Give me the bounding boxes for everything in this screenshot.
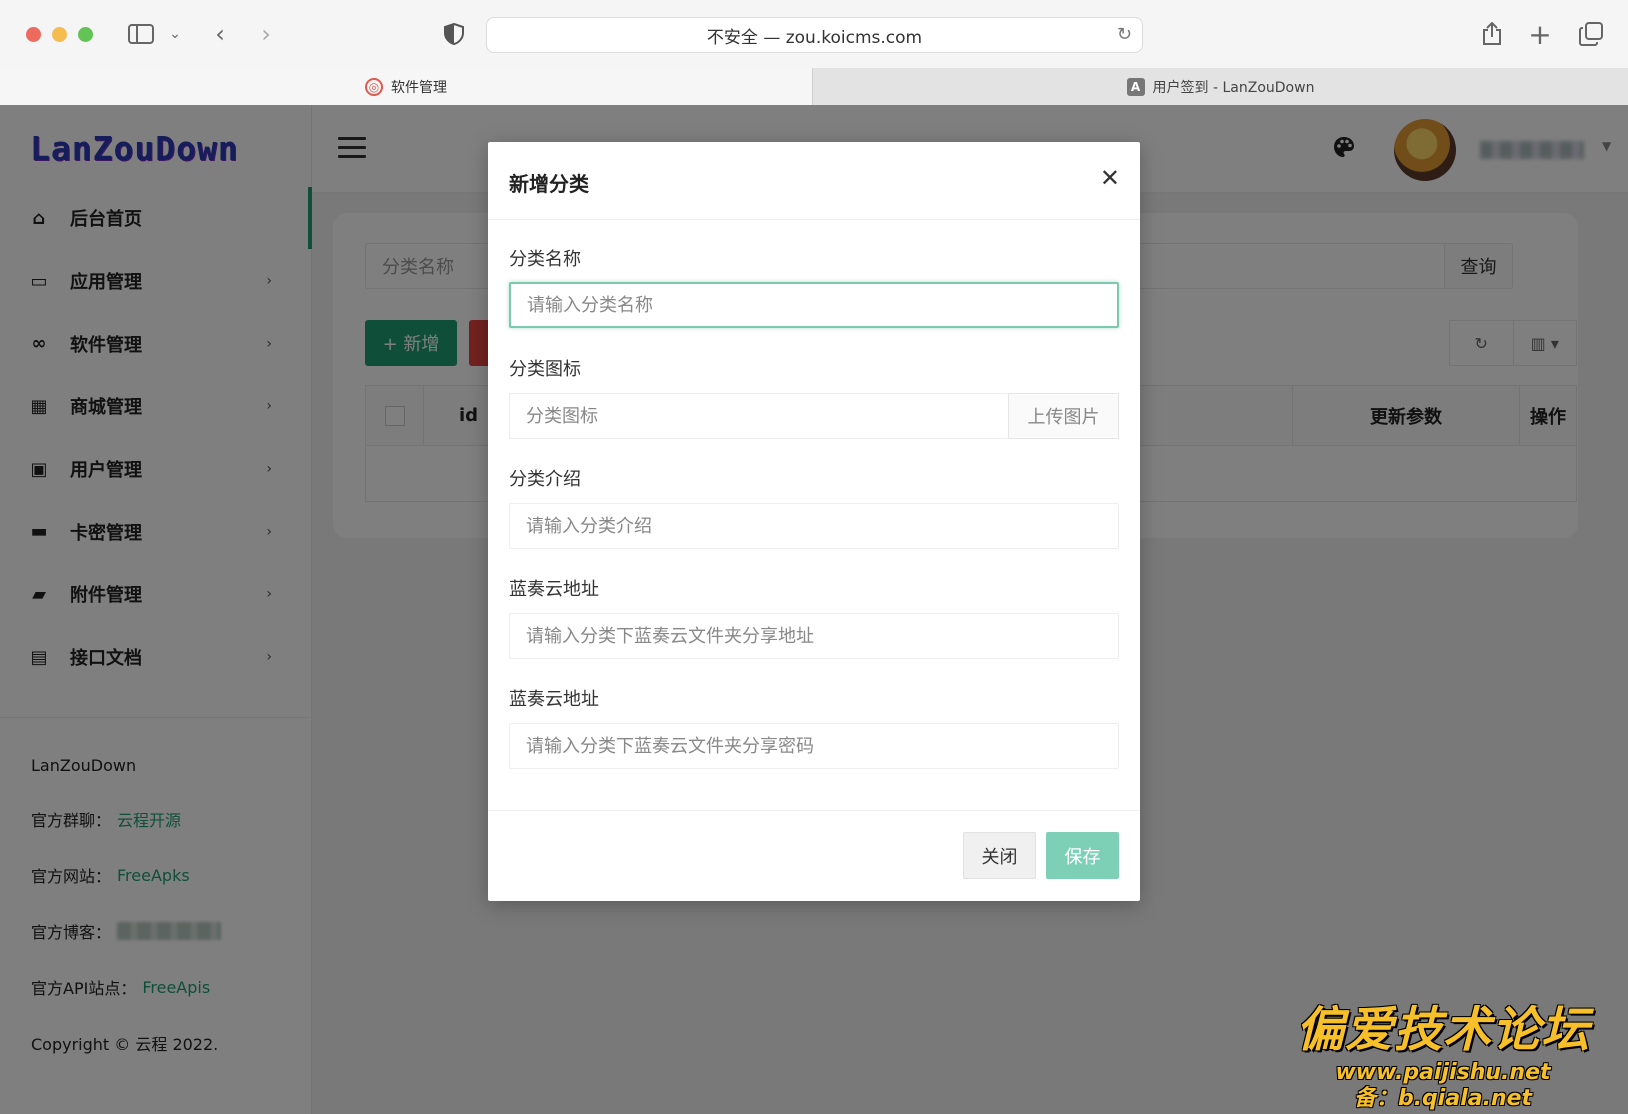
minimize-window-button[interactable]	[52, 27, 67, 42]
category-name-input[interactable]	[509, 282, 1119, 328]
add-category-modal: 新增分类 ✕ 分类名称 分类图标 上传图片 分类介绍 蓝奏云地址 蓝奏云地址 关…	[488, 142, 1140, 901]
upload-image-button[interactable]: 上传图片	[1008, 393, 1119, 439]
close-icon[interactable]: ✕	[1100, 164, 1120, 192]
modal-header: 新增分类 ✕	[488, 142, 1140, 220]
lanzou-password-input[interactable]	[509, 723, 1119, 769]
zoom-window-button[interactable]	[78, 27, 93, 42]
category-icon-label: 分类图标	[509, 359, 581, 380]
chevron-down-icon[interactable]: ⌄	[166, 18, 184, 50]
tab-label: 用户签到 - LanZouDown	[1152, 79, 1315, 96]
browser-toolbar: ⌄ ‹ › 不安全 — zou.koicms.com ↻ +	[0, 0, 1628, 68]
browser-tabs: ◎ 软件管理 A 用户签到 - LanZouDown	[0, 68, 1628, 105]
category-intro-input[interactable]	[509, 503, 1119, 549]
sidebar-toggle-icon[interactable]	[126, 18, 156, 50]
tab-overview-icon[interactable]	[1576, 18, 1606, 50]
lanzou-url-label: 蓝奏云地址	[509, 579, 599, 600]
letter-a-favicon-icon: A	[1126, 77, 1145, 96]
lanzou-url-input[interactable]	[509, 613, 1119, 659]
new-tab-icon[interactable]: +	[1526, 18, 1554, 51]
share-icon[interactable]	[1478, 18, 1506, 50]
tab-label: 软件管理	[391, 79, 447, 96]
back-icon[interactable]: ‹	[206, 18, 234, 50]
tab-user-signin[interactable]: A 用户签到 - LanZouDown	[812, 68, 1628, 105]
tab-software-management[interactable]: ◎ 软件管理	[0, 68, 812, 105]
watermark-line1: www.paijishu.net	[1335, 1060, 1551, 1085]
url-text: 不安全 — zou.koicms.com	[706, 27, 923, 48]
reload-icon[interactable]: ↻	[1117, 24, 1132, 45]
lanzou-password-label: 蓝奏云地址	[509, 689, 599, 710]
watermark-line2: 备：b.qiala.net	[1353, 1086, 1533, 1111]
watermark-title: 偏爱技术论坛	[1295, 1002, 1590, 1058]
close-button[interactable]: 关闭	[963, 832, 1036, 879]
site-favicon-icon: ◎	[365, 77, 383, 96]
modal-footer: 关闭 保存	[488, 810, 1140, 901]
save-button[interactable]: 保存	[1046, 832, 1119, 879]
browser-chrome: ⌄ ‹ › 不安全 — zou.koicms.com ↻ + ◎ 软件管理 A …	[0, 0, 1628, 105]
forum-watermark: 偏爱技术论坛 www.paijishu.net 备：b.qiala.net	[1278, 990, 1608, 1112]
modal-title: 新增分类	[509, 172, 589, 196]
category-name-label: 分类名称	[509, 249, 581, 270]
close-window-button[interactable]	[26, 27, 41, 42]
shield-icon[interactable]	[440, 18, 468, 50]
address-bar[interactable]: 不安全 — zou.koicms.com ↻	[486, 17, 1143, 53]
category-icon-input[interactable]	[509, 393, 1009, 439]
category-intro-label: 分类介绍	[509, 469, 581, 490]
forward-icon[interactable]: ›	[252, 18, 280, 50]
